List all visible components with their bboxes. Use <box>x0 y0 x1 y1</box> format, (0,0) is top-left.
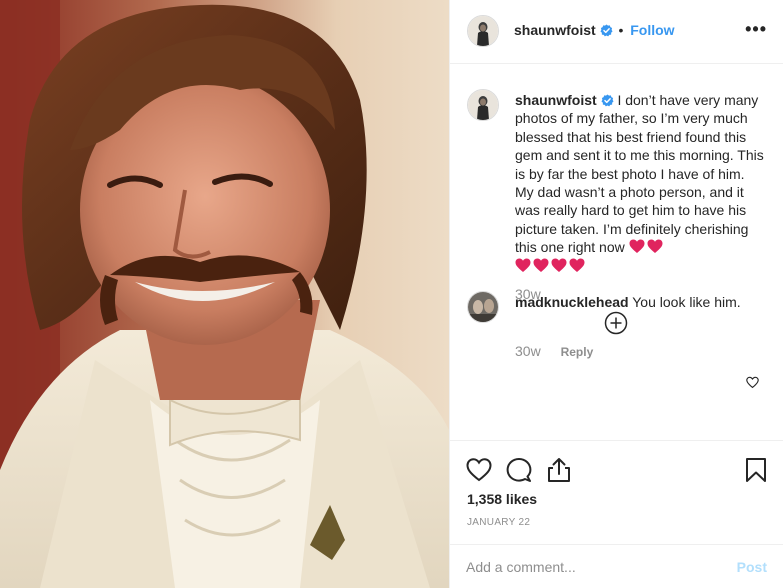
father-portrait-image <box>0 0 449 588</box>
verified-badge-icon <box>600 24 613 37</box>
post-details-panel: shaunwfoist • Follow ••• shaunwfoist I d… <box>449 0 783 588</box>
red-heart-icon <box>629 239 645 254</box>
commenter-avatar[interactable] <box>467 291 499 323</box>
red-heart-icon <box>569 258 585 272</box>
comment-timestamp[interactable]: 30w <box>515 343 541 359</box>
post-header: shaunwfoist • Follow ••• <box>450 0 783 64</box>
post-actions: 1,358 likes JANUARY 22 <box>450 440 783 541</box>
comment-like-heart-icon[interactable] <box>746 376 759 389</box>
red-heart-icon <box>515 258 531 272</box>
reply-button[interactable]: Reply <box>561 345 594 359</box>
caption-text-block: shaunwfoist I don’t have very many photo… <box>515 91 765 275</box>
like-heart-icon[interactable] <box>466 457 492 483</box>
red-heart-icon <box>533 258 549 272</box>
comment-body: You look like him. <box>632 294 741 310</box>
caption-username[interactable]: shaunwfoist <box>515 92 597 108</box>
load-more-comments-icon[interactable] <box>604 311 628 335</box>
add-comment-input[interactable] <box>466 555 716 579</box>
comment-bubble-icon[interactable] <box>506 457 532 483</box>
save-bookmark-icon[interactable] <box>743 457 769 483</box>
red-heart-icon <box>551 258 567 272</box>
caption-author-avatar[interactable] <box>467 89 499 121</box>
likes-count[interactable]: 1,358 likes <box>467 491 537 507</box>
instagram-post: shaunwfoist • Follow ••• shaunwfoist I d… <box>0 0 783 588</box>
post-photo[interactable] <box>0 0 449 588</box>
separator-dot: • <box>618 22 624 38</box>
comment-text-block: madknucklehead You look like him. <box>515 293 745 311</box>
commenter-username[interactable]: madknucklehead <box>515 294 629 310</box>
comment-meta: 30w Reply <box>515 343 593 359</box>
author-username[interactable]: shaunwfoist <box>514 22 596 38</box>
author-line: shaunwfoist • Follow <box>514 22 675 38</box>
add-comment-bar: Post <box>450 544 783 588</box>
post-comment-button[interactable]: Post <box>737 559 767 575</box>
share-upload-icon[interactable] <box>546 457 572 483</box>
red-heart-icon <box>647 239 663 254</box>
caption-body: I don’t have very many photos of my fath… <box>515 92 764 256</box>
author-avatar[interactable] <box>467 15 499 47</box>
verified-badge-icon <box>601 94 614 107</box>
more-options-icon[interactable]: ••• <box>745 20 767 38</box>
post-date[interactable]: JANUARY 22 <box>467 517 530 528</box>
follow-button[interactable]: Follow <box>630 22 674 38</box>
